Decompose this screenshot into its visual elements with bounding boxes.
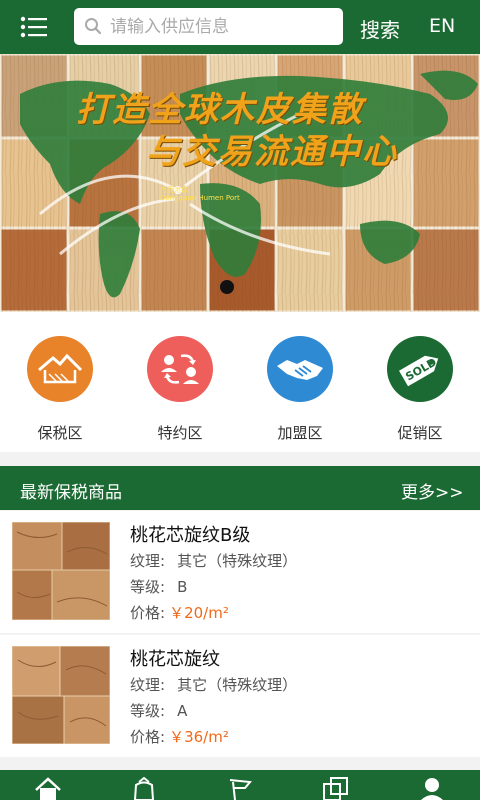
home-icon	[35, 777, 61, 800]
price-label: 价格:	[130, 604, 166, 622]
product-name: 桃花芯旋纹B级	[130, 525, 251, 546]
section-title: 最新保税商品	[20, 483, 122, 503]
product-image	[12, 522, 110, 620]
texture-value: 其它（特殊纹理）	[177, 676, 298, 694]
category-bonded-zone[interactable]: 保税区	[12, 336, 108, 443]
grade-value: B	[177, 578, 188, 596]
port-label-en: Dongguan Humen Port	[160, 194, 240, 202]
carousel-indicator-dot[interactable]	[220, 280, 234, 294]
price-value: ￥20/m²	[169, 604, 229, 622]
search-icon	[84, 17, 102, 39]
tab-flag[interactable]	[192, 770, 288, 800]
product-texture: 纹理: 其它（特殊纹理）	[130, 550, 297, 571]
layers-icon	[323, 777, 348, 800]
menu-icon[interactable]	[20, 16, 48, 38]
category-label: 加盟区	[277, 424, 323, 442]
user-icon	[421, 778, 443, 800]
banner-carousel[interactable]: 打造全球木皮集散 与交易流通中心 东莞港口 Dongguan Humen Por…	[0, 54, 480, 312]
search-input[interactable]	[110, 8, 334, 45]
product-image	[12, 646, 110, 744]
bag-icon	[133, 776, 155, 800]
product-name: 桃花芯旋纹	[130, 649, 220, 670]
houses-icon	[27, 336, 93, 402]
category-franchise-zone[interactable]: 加盟区	[252, 336, 348, 443]
texture-value: 其它（特殊纹理）	[177, 552, 298, 570]
grade-value: A	[177, 702, 188, 720]
top-bar: 搜索 EN	[0, 0, 480, 54]
more-link[interactable]: 更多>>	[401, 478, 464, 503]
port-label: 东莞港口 Dongguan Humen Port	[160, 186, 240, 202]
sold-tag-icon: SOLD	[387, 336, 453, 402]
grade-label: 等级:	[130, 578, 166, 596]
price-value: ￥36/m²	[169, 728, 229, 746]
category-panel: 保税区 特约区 加盟区 SOLD 促销区	[0, 312, 480, 452]
user-exchange-icon	[147, 336, 213, 402]
language-button[interactable]: EN	[429, 15, 455, 37]
tab-layers[interactable]	[288, 770, 384, 800]
tab-profile[interactable]	[384, 770, 480, 800]
category-promotion-zone[interactable]: SOLD 促销区	[372, 336, 468, 443]
product-grade: 等级: B	[130, 576, 187, 597]
banner-title-line2: 与交易流通中心	[146, 132, 398, 172]
product-item[interactable]: 桃花芯旋纹B级 纹理: 其它（特殊纹理） 等级: B 价格: ￥20/m²	[0, 511, 480, 633]
handshake-icon	[267, 336, 333, 402]
search-button[interactable]: 搜索	[360, 14, 400, 43]
port-label-cn: 东莞港口	[160, 186, 188, 194]
tab-home[interactable]	[0, 770, 96, 800]
product-item[interactable]: 桃花芯旋纹 纹理: 其它（特殊纹理） 等级: A 价格: ￥36/m²	[0, 635, 480, 757]
texture-label: 纹理:	[130, 676, 166, 694]
category-special-zone[interactable]: 特约区	[132, 336, 228, 443]
flag-icon	[229, 779, 252, 800]
grade-label: 等级:	[130, 702, 166, 720]
product-price: 价格: ￥20/m²	[130, 602, 229, 623]
product-price: 价格: ￥36/m²	[130, 726, 229, 747]
price-label: 价格:	[130, 728, 166, 746]
category-label: 促销区	[397, 424, 443, 442]
bottom-tab-bar	[0, 770, 480, 800]
search-box[interactable]	[74, 8, 343, 45]
category-label: 保税区	[37, 424, 83, 442]
section-header: 最新保税商品 更多>>	[0, 466, 480, 510]
texture-label: 纹理:	[130, 552, 166, 570]
product-grade: 等级: A	[130, 700, 187, 721]
tab-bag[interactable]	[96, 770, 192, 800]
product-texture: 纹理: 其它（特殊纹理）	[130, 674, 297, 695]
category-label: 特约区	[157, 424, 203, 442]
